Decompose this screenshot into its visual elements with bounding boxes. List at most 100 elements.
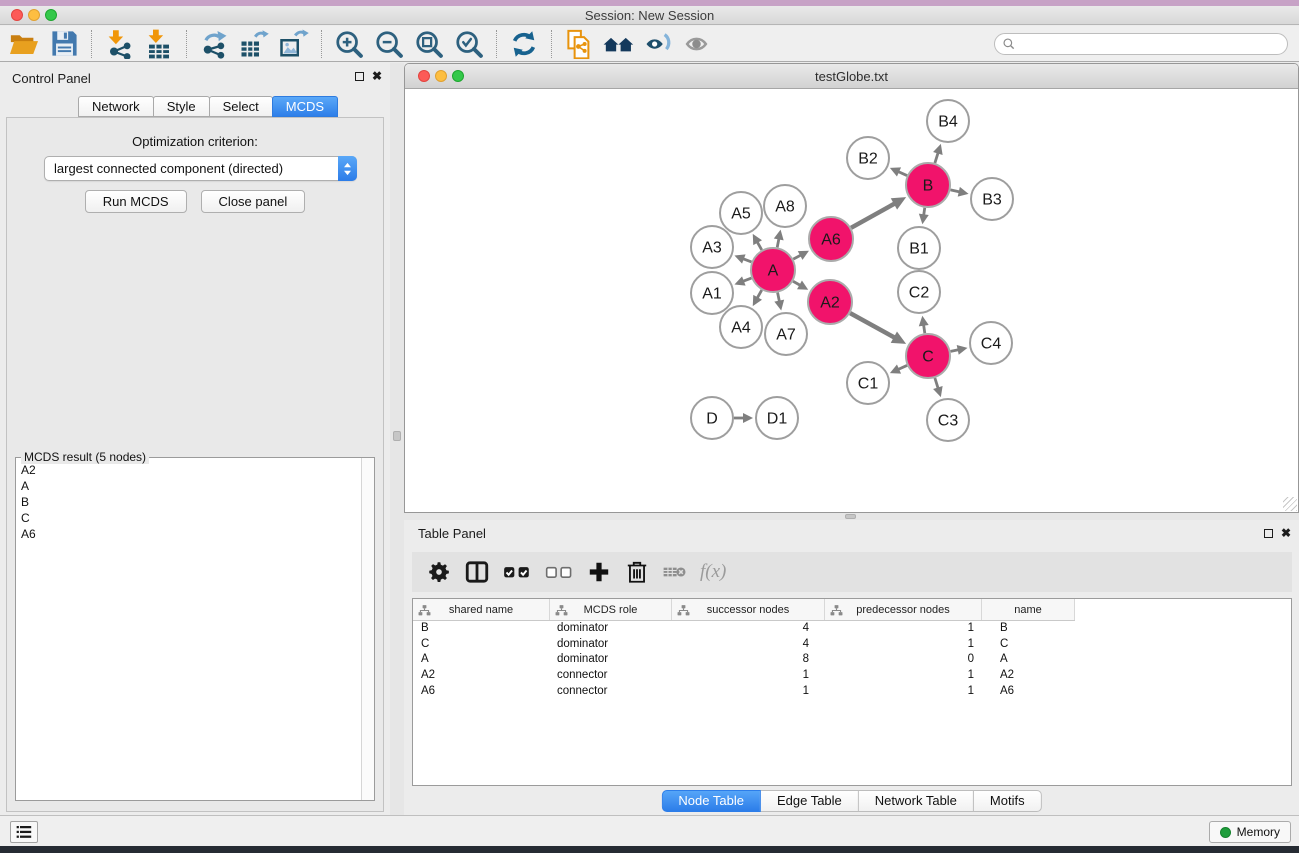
graph-node-A2[interactable]: A2 xyxy=(808,280,852,324)
graph-node-C4[interactable]: C4 xyxy=(970,322,1012,364)
table-cell[interactable]: A xyxy=(982,652,1075,668)
table-cell[interactable]: A6 xyxy=(982,684,1075,700)
graph-node-A6[interactable]: A6 xyxy=(809,217,853,261)
mcds-result-item[interactable]: A2 xyxy=(21,462,360,478)
mcds-result-item[interactable]: C xyxy=(21,510,360,526)
mcds-result-item[interactable]: B xyxy=(21,494,360,510)
import-table-icon[interactable] xyxy=(139,27,179,61)
graph-node-D1[interactable]: D1 xyxy=(756,397,798,439)
graph-node-A3[interactable]: A3 xyxy=(691,226,733,268)
export-network-icon[interactable] xyxy=(194,27,234,61)
column-header-mcds-role[interactable]: MCDS role xyxy=(550,599,672,620)
tab-network-table[interactable]: Network Table xyxy=(859,790,974,812)
horizontal-split-divider[interactable] xyxy=(404,513,1299,520)
table-cell[interactable]: B xyxy=(413,621,550,637)
graph-node-B3[interactable]: B3 xyxy=(971,178,1013,220)
edge-A6-B[interactable] xyxy=(851,203,896,228)
graph-node-B4[interactable]: B4 xyxy=(927,100,969,142)
unselect-all-columns-icon[interactable] xyxy=(544,557,574,587)
tab-node-table[interactable]: Node Table xyxy=(661,790,761,812)
table-cell[interactable]: dominator xyxy=(550,652,672,668)
graph-node-C2[interactable]: C2 xyxy=(898,271,940,313)
criterion-dropdown[interactable]: largest connected component (directed) xyxy=(44,156,357,181)
table-cell[interactable]: 1 xyxy=(825,668,982,684)
divider-handle[interactable] xyxy=(845,514,856,519)
column-header-shared-name[interactable]: shared name xyxy=(413,599,550,620)
table-cell[interactable]: C xyxy=(982,637,1075,653)
network-frame-titlebar[interactable]: testGlobe.txt xyxy=(405,64,1298,89)
network-from-document-icon[interactable] xyxy=(559,27,599,61)
divider-handle[interactable] xyxy=(393,431,401,441)
graph-node-A1[interactable]: A1 xyxy=(691,272,733,314)
refresh-icon[interactable] xyxy=(504,27,544,61)
column-header-name[interactable]: name xyxy=(982,599,1075,620)
table-cell[interactable]: connector xyxy=(550,684,672,700)
table-cell[interactable]: 1 xyxy=(825,621,982,637)
show-columns-icon[interactable] xyxy=(464,557,490,587)
show-eye-icon[interactable] xyxy=(679,27,719,61)
close-panel-button[interactable]: Close panel xyxy=(201,190,306,213)
graph-node-B2[interactable]: B2 xyxy=(847,137,889,179)
close-window-button[interactable] xyxy=(11,9,23,21)
table-cell[interactable]: B xyxy=(982,621,1075,637)
panels-list-button[interactable] xyxy=(10,821,38,843)
network-zoom-button[interactable] xyxy=(452,70,464,82)
table-cell[interactable]: A xyxy=(413,652,550,668)
table-cell[interactable]: A2 xyxy=(982,668,1075,684)
graph-node-A7[interactable]: A7 xyxy=(765,313,807,355)
mcds-result-scrollbar[interactable] xyxy=(361,458,374,800)
graph-node-C3[interactable]: C3 xyxy=(927,399,969,441)
mcds-result-item[interactable]: A xyxy=(21,478,360,494)
table-cell[interactable]: dominator xyxy=(550,621,672,637)
graph-node-C1[interactable]: C1 xyxy=(847,362,889,404)
graph-node-C[interactable]: C xyxy=(906,334,950,378)
zoom-window-button[interactable] xyxy=(45,9,57,21)
create-column-icon[interactable] xyxy=(586,557,612,587)
search-input[interactable] xyxy=(1020,35,1287,53)
minimize-window-button[interactable] xyxy=(28,9,40,21)
select-all-columns-icon[interactable] xyxy=(502,557,532,587)
tab-select[interactable]: Select xyxy=(209,96,273,117)
tab-edge-table[interactable]: Edge Table xyxy=(761,790,859,812)
table-cell[interactable]: 0 xyxy=(825,652,982,668)
graph-node-A4[interactable]: A4 xyxy=(720,306,762,348)
table-row[interactable]: Bdominator41B xyxy=(413,621,1291,637)
table-cell[interactable]: 1 xyxy=(672,668,825,684)
column-header-successor-nodes[interactable]: successor nodes xyxy=(672,599,825,620)
table-row[interactable]: Cdominator41C xyxy=(413,637,1291,653)
table-cell[interactable]: 1 xyxy=(825,684,982,700)
table-cell[interactable]: 1 xyxy=(825,637,982,653)
table-cell[interactable]: dominator xyxy=(550,637,672,653)
network-close-button[interactable] xyxy=(418,70,430,82)
tab-motifs[interactable]: Motifs xyxy=(974,790,1042,812)
search-field[interactable] xyxy=(994,33,1288,55)
zoom-selected-icon[interactable] xyxy=(449,27,489,61)
table-cell[interactable]: 1 xyxy=(672,684,825,700)
table-cell[interactable]: 4 xyxy=(672,637,825,653)
graph-node-D[interactable]: D xyxy=(691,397,733,439)
column-header-predecessor-nodes[interactable]: predecessor nodes xyxy=(825,599,982,620)
close-panel-icon[interactable]: ✖ xyxy=(372,70,382,82)
table-cell[interactable]: 8 xyxy=(672,652,825,668)
network-minimize-button[interactable] xyxy=(435,70,447,82)
open-folder-icon[interactable] xyxy=(4,27,44,61)
network-canvas[interactable]: B4B2BB3A8A5A6A3B1AA1C2A2A4A7C4CC1C3DD1 xyxy=(405,89,1298,512)
graph-node-A8[interactable]: A8 xyxy=(764,185,806,227)
float-panel-icon[interactable] xyxy=(355,72,364,81)
table-row[interactable]: Adominator80A xyxy=(413,652,1291,668)
home-browser-icon[interactable] xyxy=(599,27,639,61)
graph-node-A[interactable]: A xyxy=(751,248,795,292)
tab-mcds[interactable]: MCDS xyxy=(272,96,338,117)
run-mcds-button[interactable]: Run MCDS xyxy=(85,190,187,213)
memory-button[interactable]: Memory xyxy=(1209,821,1291,843)
table-cell[interactable]: connector xyxy=(550,668,672,684)
export-table-icon[interactable] xyxy=(234,27,274,61)
frame-resize-grip[interactable] xyxy=(1283,497,1297,511)
zoom-in-icon[interactable] xyxy=(329,27,369,61)
close-panel-icon[interactable]: ✖ xyxy=(1281,527,1291,539)
zoom-out-icon[interactable] xyxy=(369,27,409,61)
graph-node-A5[interactable]: A5 xyxy=(720,192,762,234)
zoom-fit-icon[interactable] xyxy=(409,27,449,61)
save-session-icon[interactable] xyxy=(44,27,84,61)
graph-node-B1[interactable]: B1 xyxy=(898,227,940,269)
